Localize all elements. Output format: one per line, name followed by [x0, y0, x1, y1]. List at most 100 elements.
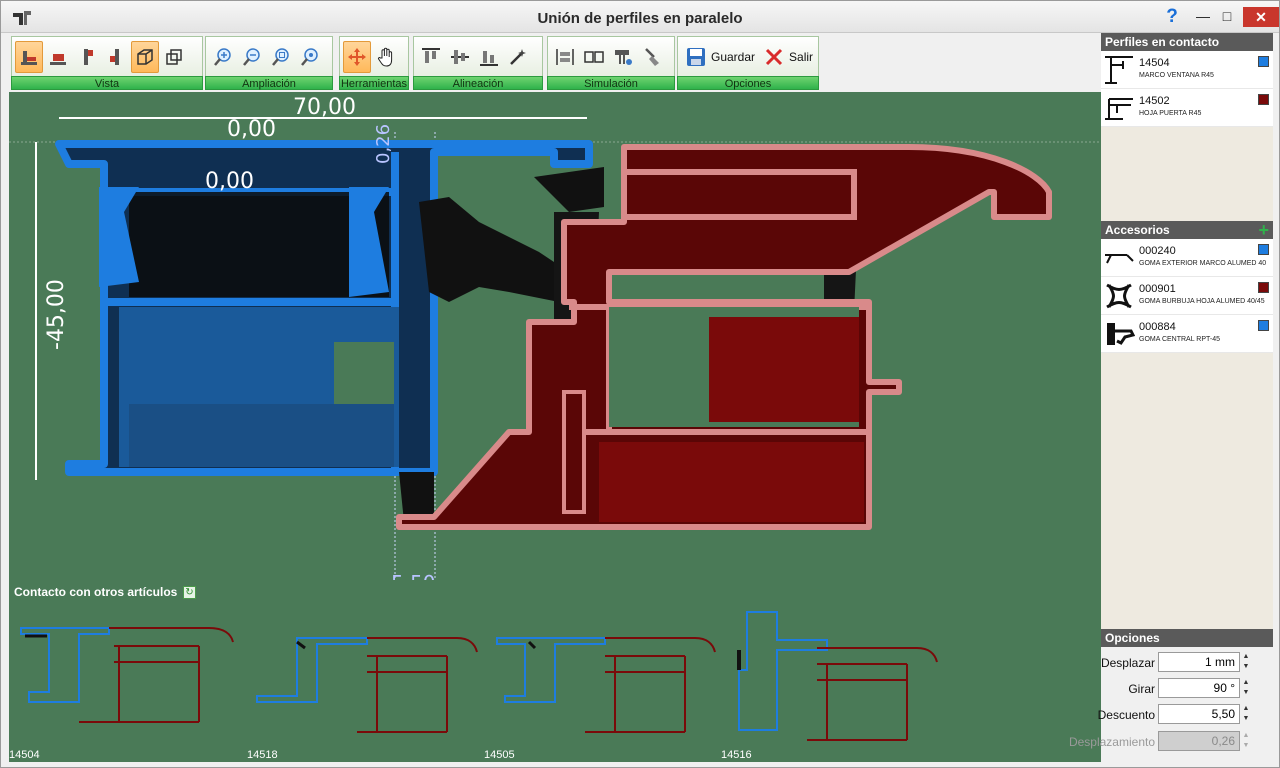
leaf-profile-red[interactable] — [396, 144, 1052, 530]
shift-input[interactable]: 1 mm — [1158, 652, 1240, 672]
options-panel-title: Opciones — [1101, 629, 1273, 647]
view-left-icon — [84, 48, 93, 65]
floppy-disk-icon — [687, 47, 705, 66]
profile-code: 14502 — [1139, 95, 1170, 107]
align-top-button[interactable] — [417, 41, 445, 73]
simulate-profiles-icon — [584, 50, 604, 63]
zoom-window-icon — [301, 47, 318, 66]
red-x-icon — [765, 48, 783, 65]
align-bottom-icon — [480, 50, 498, 66]
dimension-second-text: 0,00 — [227, 117, 276, 142]
accessories-panel: Accesorios + 000240 GOMA EXTERIOR MARCO … — [1101, 221, 1273, 629]
dimension-bottom-text: 5,50 — [391, 571, 436, 580]
color-swatch[interactable] — [1258, 320, 1269, 331]
add-accessory-icon[interactable]: + — [1258, 221, 1269, 239]
close-button[interactable]: ✕ — [1243, 7, 1279, 27]
group-alineacion: Alineación — [413, 36, 543, 92]
snap-tool-button[interactable] — [504, 41, 532, 73]
group-vista: Vista — [11, 36, 203, 92]
zoom-window-button[interactable] — [296, 41, 324, 73]
title-bar: Unión de perfiles en paralelo ? — □ ✕ — [1, 1, 1279, 33]
thumbnail-14504[interactable] — [20, 627, 234, 723]
group-label: Herramientas — [339, 76, 409, 90]
profile-item[interactable]: 14504 MARCO VENTANA R45 — [1101, 51, 1273, 89]
group-label: Simulación — [547, 76, 675, 90]
move-arrows-icon — [348, 47, 366, 66]
profile-code: 14504 — [1139, 57, 1170, 69]
zoom-in-button[interactable] — [209, 41, 237, 73]
zoom-out-icon — [243, 47, 260, 66]
central-gasket-icon — [1107, 323, 1135, 345]
profile-drawing[interactable]: 70,00 0,00 0,00 -45,00 0,26 5,50 — [9, 92, 1101, 580]
dimension-inner-text: 0,00 — [205, 169, 254, 194]
group-opciones: Guardar Salir Opciones — [677, 36, 819, 92]
zoom-out-button[interactable] — [238, 41, 266, 73]
zoom-fit-icon — [272, 47, 289, 66]
option-row-desplazamiento: Desplazamiento 0,26 ▲ ▼ — [1069, 731, 1273, 751]
profiles-panel-title: Perfiles en contacto — [1101, 33, 1273, 51]
accessory-item[interactable]: 000901 GOMA BURBUJA HOJA ALUMED 40/45 — [1101, 277, 1273, 315]
minimize-button[interactable]: — — [1191, 7, 1215, 27]
align-top-icon — [422, 47, 440, 63]
maximize-button[interactable]: □ — [1215, 7, 1239, 27]
accessory-item[interactable]: 000240 GOMA EXTERIOR MARCO ALUMED 40 — [1101, 239, 1273, 277]
rotate-spinner[interactable]: ▲ ▼ — [1242, 678, 1250, 698]
profile-canvas[interactable]: 70,00 0,00 0,00 -45,00 0,26 5,50 — [9, 92, 1101, 580]
align-middle-button[interactable] — [446, 41, 474, 73]
thumbnail-label: 14516 — [721, 749, 752, 761]
brush-icon — [645, 47, 659, 66]
group-label: Vista — [11, 76, 203, 90]
pan-tool-button[interactable] — [372, 41, 400, 73]
help-button[interactable]: ? — [1161, 7, 1183, 27]
view-back-button[interactable] — [44, 41, 72, 73]
profile-item[interactable]: 14502 HOJA PUERTA R45 — [1101, 89, 1273, 127]
view-3d-button[interactable] — [131, 40, 159, 73]
dimension-height-text: -45,00 — [44, 279, 69, 350]
accessory-item[interactable]: 000884 GOMA CENTRAL RPT-45 — [1101, 315, 1273, 353]
simulate-c-button[interactable] — [609, 41, 637, 73]
shift-spinner[interactable]: ▲ ▼ — [1242, 652, 1250, 672]
profile-desc: HOJA PUERTA R45 — [1139, 110, 1202, 117]
clean-button[interactable] — [638, 41, 666, 73]
discount-input[interactable]: 5,50 — [1158, 704, 1240, 724]
hand-icon — [377, 47, 393, 67]
save-button[interactable]: Guardar — [681, 41, 759, 73]
view-right-icon — [110, 48, 119, 65]
view-back-icon — [50, 53, 66, 65]
thumbnail-14505[interactable] — [496, 637, 716, 733]
refresh-icon[interactable]: ↻ — [183, 586, 196, 599]
view-right-button[interactable] — [102, 41, 130, 73]
accessory-desc: GOMA CENTRAL RPT-45 — [1139, 336, 1221, 343]
zoom-fit-button[interactable] — [267, 41, 295, 73]
group-ampliacion: Ampliación — [205, 36, 333, 92]
color-swatch[interactable] — [1258, 244, 1269, 255]
option-label: Girar — [1128, 682, 1155, 696]
option-label: Desplazar — [1100, 656, 1155, 670]
align-bottom-button[interactable] — [475, 41, 503, 73]
simulate-b-button[interactable] — [580, 41, 608, 73]
group-label: Alineación — [413, 76, 543, 90]
color-swatch[interactable] — [1258, 56, 1269, 67]
rotate-input[interactable]: 90 ° — [1158, 678, 1240, 698]
view-front-icon — [21, 50, 37, 65]
view-front-button[interactable] — [15, 40, 43, 73]
option-row-descuento: Descuento 5,50 ▲ ▼ — [1098, 704, 1273, 724]
gasket-exterior-icon — [1105, 254, 1134, 264]
exit-button[interactable]: Salir — [759, 41, 817, 73]
view-wireframe-button[interactable] — [160, 41, 188, 73]
move-tool-button[interactable] — [343, 40, 371, 73]
frame-profile-blue[interactable] — [55, 140, 593, 476]
accessory-desc: GOMA EXTERIOR MARCO ALUMED 40 — [1139, 260, 1267, 267]
view-left-button[interactable] — [73, 41, 101, 73]
color-swatch[interactable] — [1258, 282, 1269, 293]
thumbnail-14518[interactable] — [256, 637, 478, 733]
group-simulacion: Simulación — [547, 36, 675, 92]
toolbar: Vista Ampliación Herramientas Alineación… — [9, 34, 1101, 92]
simulate-layout-icon — [556, 48, 574, 65]
simulate-tool-icon — [615, 49, 632, 65]
thumbnail-14516[interactable] — [737, 611, 938, 741]
color-swatch[interactable] — [1258, 94, 1269, 105]
profile-desc: MARCO VENTANA R45 — [1139, 72, 1214, 79]
discount-spinner[interactable]: ▲ ▼ — [1242, 704, 1250, 724]
simulate-a-button[interactable] — [551, 41, 579, 73]
